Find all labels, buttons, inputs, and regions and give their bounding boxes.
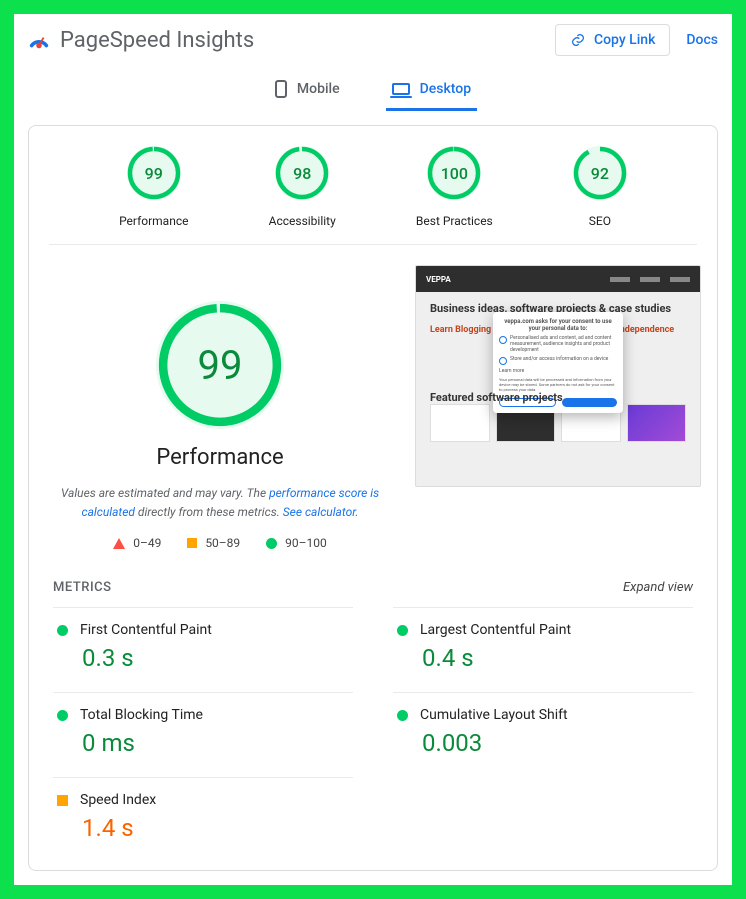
gauge-ring-icon [127, 146, 181, 200]
performance-label: Performance [156, 445, 283, 470]
metric-lcp: Largest Contentful Paint 0.4 s [393, 607, 693, 680]
metric-value: 0.3 s [82, 644, 349, 672]
tab-desktop-label: Desktop [420, 81, 471, 97]
tab-mobile-label: Mobile [297, 81, 340, 97]
gauge-ring-icon [427, 146, 481, 200]
gauge-ring-icon [156, 301, 284, 429]
metric-value: 0 ms [82, 729, 349, 757]
legend-range: 50–89 [205, 536, 240, 550]
metric-fcp: First Contentful Paint 0.3 s [53, 607, 353, 680]
metric-name: Speed Index [80, 792, 156, 808]
metric-value: 0.4 s [422, 644, 689, 672]
copy-link-label: Copy Link [594, 32, 655, 48]
status-square-icon [57, 795, 68, 806]
report-card: 99 Performance 98 Accessibility 100 Best… [28, 125, 718, 871]
metric-name: Largest Contentful Paint [420, 622, 571, 638]
metric-value: 1.4 s [82, 814, 349, 842]
square-icon [187, 538, 197, 548]
desktop-icon [392, 83, 410, 95]
circle-icon [266, 538, 277, 549]
tab-desktop[interactable]: Desktop [386, 70, 477, 111]
copy-link-button[interactable]: Copy Link [555, 24, 670, 56]
gauge-accessibility[interactable]: 98 Accessibility [269, 146, 336, 228]
tab-mobile[interactable]: Mobile [269, 70, 346, 111]
gauge-best-practices[interactable]: 100 Best Practices [416, 146, 493, 228]
header: PageSpeed Insights Copy Link Docs [14, 14, 732, 66]
category-gauges: 99 Performance 98 Accessibility 100 Best… [79, 146, 667, 228]
metric-value: 0.003 [422, 729, 689, 757]
mobile-icon [275, 80, 287, 98]
gauge-ring-icon [275, 146, 329, 200]
gauge-label: Best Practices [416, 214, 493, 228]
gauge-performance[interactable]: 99 Performance [119, 146, 188, 228]
metric-cls: Cumulative Layout Shift 0.003 [393, 692, 693, 765]
metrics-grid: First Contentful Paint 0.3 s Largest Con… [39, 607, 707, 850]
legend-range: 0–49 [133, 536, 161, 550]
page-screenshot-thumbnail: VEPPA Business ideas, software projects … [415, 265, 701, 487]
metrics-heading: METRICS [53, 580, 111, 595]
status-dot-icon [57, 710, 68, 721]
status-dot-icon [57, 625, 68, 636]
gauge-ring-icon [573, 146, 627, 200]
triangle-icon [113, 538, 125, 549]
status-dot-icon [397, 625, 408, 636]
estimation-note: Values are estimated and may vary. The p… [45, 484, 395, 522]
metric-name: Cumulative Layout Shift [420, 707, 568, 723]
gauge-label: Accessibility [269, 214, 336, 228]
score-legend: 0–49 50–89 90–100 [113, 536, 327, 550]
pagespeed-logo-icon [28, 29, 50, 51]
gauge-label: Performance [119, 214, 188, 228]
gauge-label: SEO [589, 214, 611, 228]
metric-speed-index: Speed Index 1.4 s [53, 777, 353, 850]
performance-big-gauge: 99 [156, 301, 284, 429]
docs-link[interactable]: Docs [686, 32, 718, 48]
legend-range: 90–100 [285, 536, 327, 550]
app-title: PageSpeed Insights [60, 28, 254, 53]
device-tabs: Mobile Desktop [14, 70, 732, 111]
metric-name: First Contentful Paint [80, 622, 212, 638]
expand-view-toggle[interactable]: Expand view [623, 580, 693, 595]
link-icon [570, 32, 586, 48]
performance-summary: 99 Performance Values are estimated and … [45, 261, 395, 550]
status-dot-icon [397, 710, 408, 721]
gauge-seo[interactable]: 92 SEO [573, 146, 627, 228]
calculator-link[interactable]: See calculator. [283, 505, 359, 519]
metric-tbt: Total Blocking Time 0 ms [53, 692, 353, 765]
metric-name: Total Blocking Time [80, 707, 203, 723]
